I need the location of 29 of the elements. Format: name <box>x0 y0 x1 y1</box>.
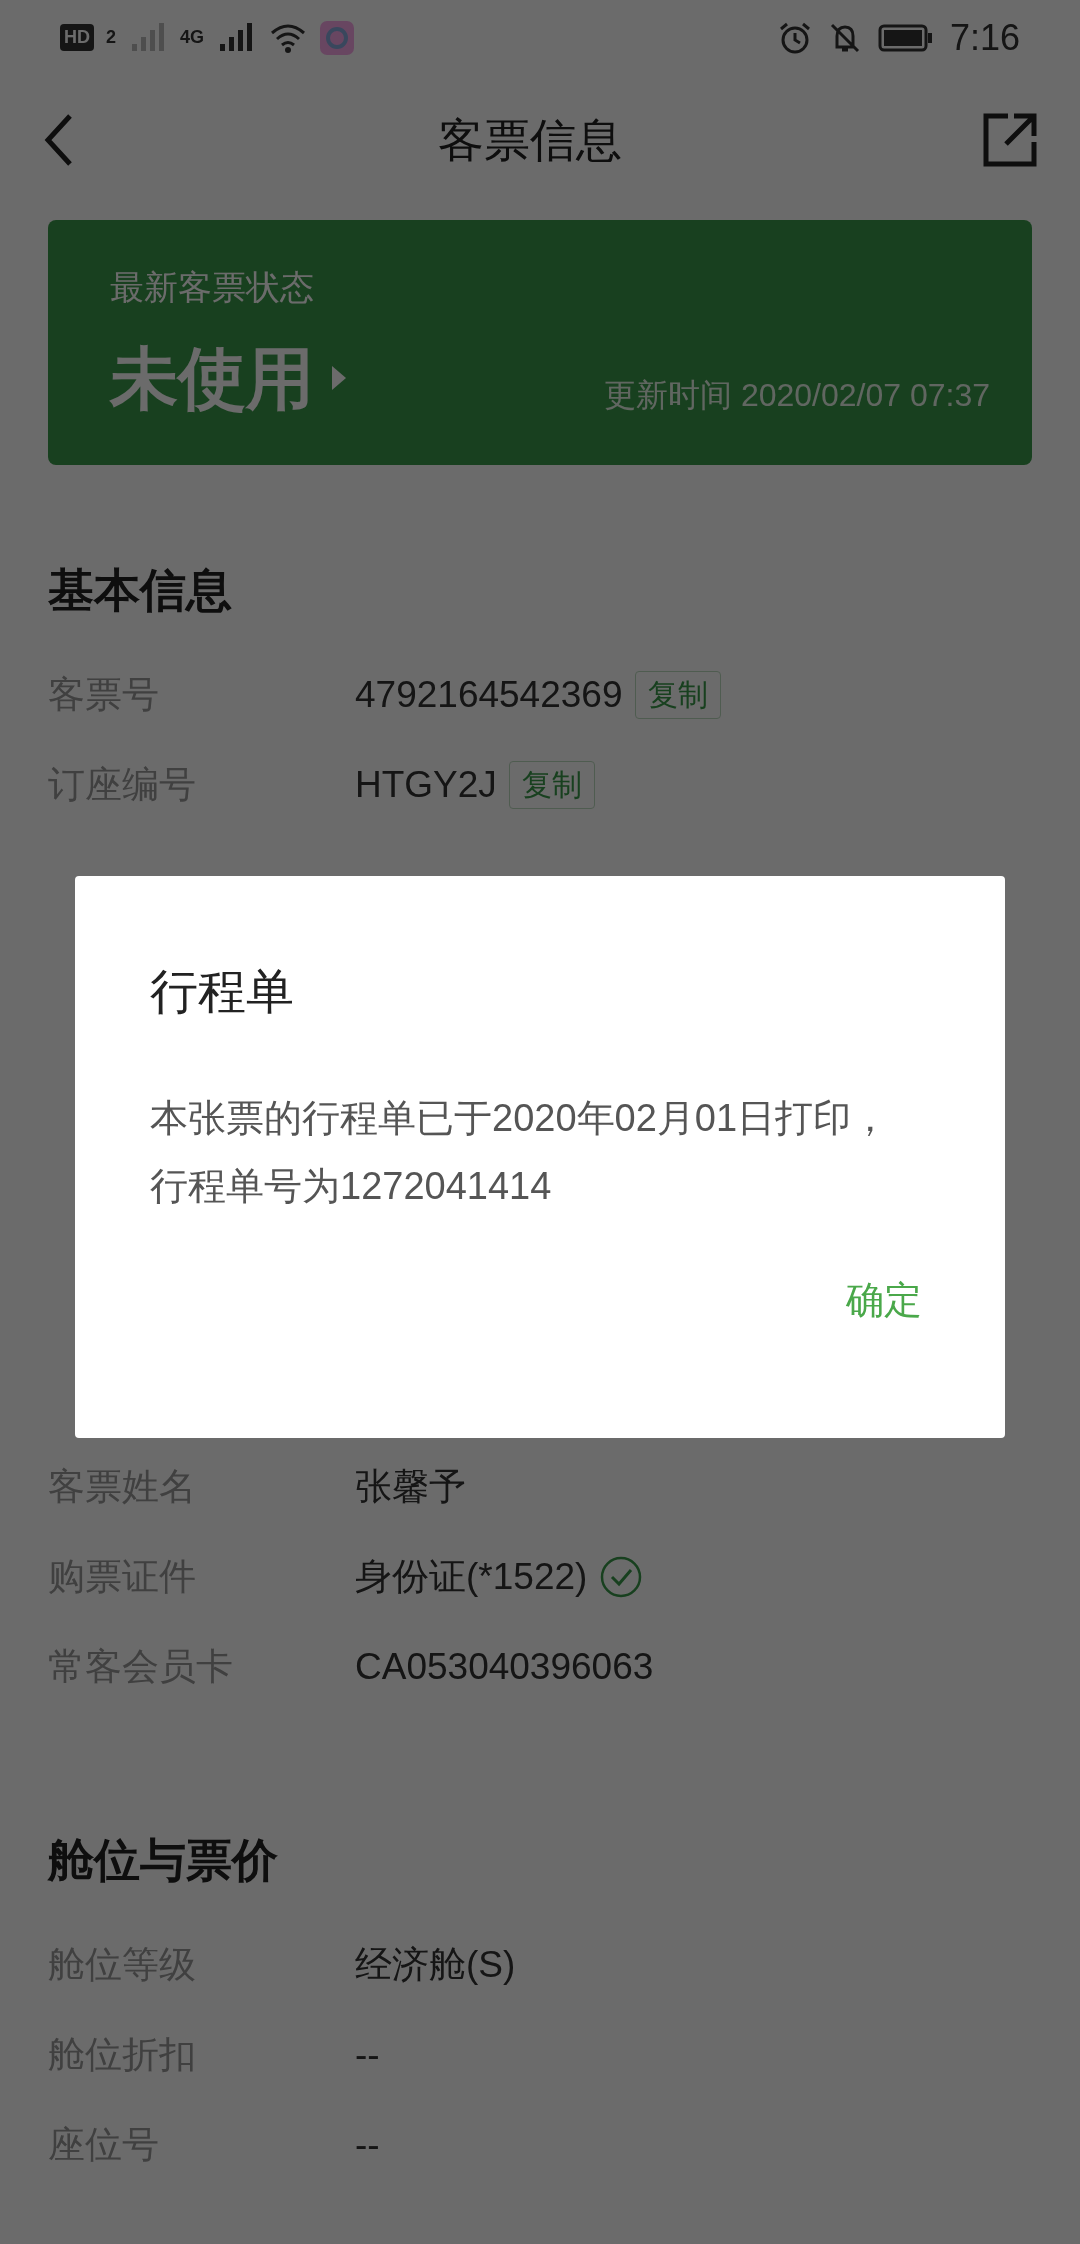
ticket-status: 未使用 <box>110 339 314 418</box>
field-value: 身份证(*1522) <box>355 1555 588 1600</box>
network-type: 4G <box>180 26 205 49</box>
field-value: -- <box>355 2033 380 2078</box>
section-title: 舱位与票价 <box>48 1832 279 1888</box>
dialog-message: 本张票的行程单已于2020年02月01日打印，行程单号为1272041414 <box>150 1096 891 1209</box>
caret-icon <box>330 364 348 392</box>
hd-badge: HD <box>60 24 94 51</box>
dialog-title: 行程单 <box>150 964 295 1020</box>
update-time: 更新时间 2020/02/07 07:37 <box>604 376 990 415</box>
field-value: 经济舱(S) <box>355 1943 516 1988</box>
status-card[interactable]: 最新客票状态 未使用 更新时间 2020/02/07 07:37 <box>48 220 1032 465</box>
sim-number: 2 <box>106 26 116 49</box>
field-value: HTGY2J <box>355 763 497 808</box>
app-icon <box>320 20 355 55</box>
status-label: 最新客票状态 <box>110 267 315 308</box>
copy-button[interactable]: 复制 <box>508 761 595 809</box>
field-value: 张馨予 <box>355 1465 466 1510</box>
check-circle-icon <box>599 1555 644 1599</box>
field-value: CA053040396063 <box>355 1645 654 1690</box>
copy-button[interactable]: 复制 <box>634 671 721 719</box>
battery-icon <box>877 22 934 53</box>
field-value: -- <box>355 2123 380 2168</box>
section-title: 基本信息 <box>48 562 233 618</box>
alarm-icon <box>777 20 812 55</box>
field-value: 4792164542369 <box>355 673 623 718</box>
clock-time: 7:16 <box>949 15 1020 60</box>
confirm-button[interactable]: 确定 <box>838 1268 930 1333</box>
page-title: 客票信息 <box>438 112 622 168</box>
